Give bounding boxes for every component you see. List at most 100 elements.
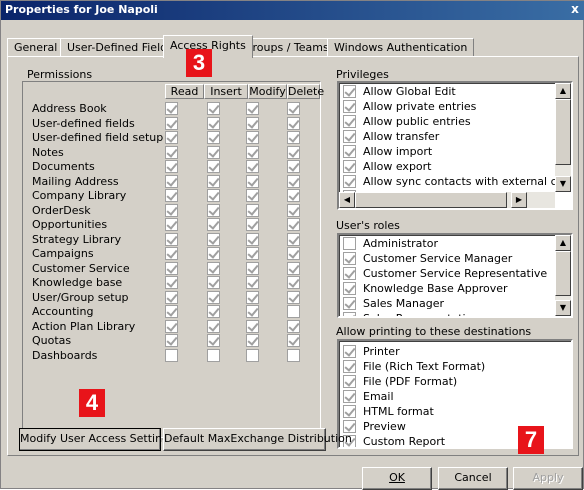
tab-general[interactable]: General bbox=[7, 38, 65, 57]
item-checkbox[interactable] bbox=[343, 160, 356, 173]
scroll-down-icon[interactable]: ▼ bbox=[555, 176, 571, 192]
tab-windows-authentication[interactable]: Windows Authentication bbox=[327, 38, 475, 57]
item-checkbox[interactable] bbox=[343, 252, 356, 265]
scroll-thumb[interactable] bbox=[555, 99, 571, 165]
permission-modify-checkbox[interactable] bbox=[246, 334, 259, 347]
tab-user-defined-fields[interactable]: User-Defined Fields bbox=[60, 38, 180, 57]
permission-modify-checkbox[interactable] bbox=[246, 261, 259, 275]
permission-modify-checkbox[interactable] bbox=[246, 131, 259, 144]
permission-read-checkbox[interactable] bbox=[165, 116, 178, 130]
permission-read-checkbox[interactable] bbox=[165, 319, 178, 333]
permission-delete-checkbox[interactable] bbox=[287, 276, 300, 289]
permission-delete-checkbox[interactable] bbox=[287, 218, 300, 231]
permission-insert-checkbox[interactable] bbox=[207, 174, 220, 188]
permission-insert-checkbox[interactable] bbox=[207, 218, 220, 231]
permission-insert-checkbox[interactable] bbox=[207, 247, 220, 260]
scroll-left-icon[interactable]: ◀ bbox=[339, 192, 355, 208]
permission-delete-checkbox[interactable] bbox=[287, 160, 300, 173]
scroll-thumb[interactable] bbox=[555, 251, 571, 296]
permission-modify-checkbox[interactable] bbox=[246, 189, 259, 202]
permission-read-checkbox[interactable] bbox=[165, 174, 178, 188]
permission-modify-checkbox[interactable] bbox=[246, 305, 259, 318]
permission-insert-checkbox[interactable] bbox=[207, 189, 220, 202]
close-icon[interactable]: x bbox=[567, 2, 583, 17]
permission-modify-checkbox[interactable] bbox=[246, 348, 259, 362]
scroll-up-icon[interactable]: ▲ bbox=[555, 83, 571, 99]
item-checkbox[interactable] bbox=[343, 405, 356, 418]
permission-delete-checkbox[interactable] bbox=[287, 290, 300, 304]
permission-modify-checkbox[interactable] bbox=[246, 102, 259, 115]
permission-read-checkbox[interactable] bbox=[165, 189, 178, 202]
permission-modify-checkbox[interactable] bbox=[246, 145, 259, 159]
scroll-right-icon[interactable]: ▶ bbox=[511, 192, 527, 208]
permission-read-checkbox[interactable] bbox=[165, 247, 178, 260]
permission-read-checkbox[interactable] bbox=[165, 203, 178, 217]
permission-insert-checkbox[interactable] bbox=[207, 290, 220, 304]
permission-delete-checkbox[interactable] bbox=[287, 261, 300, 275]
item-checkbox[interactable] bbox=[343, 115, 356, 128]
item-checkbox[interactable] bbox=[343, 390, 356, 403]
permission-delete-checkbox[interactable] bbox=[287, 203, 300, 217]
permission-delete-checkbox[interactable] bbox=[287, 334, 300, 347]
default-maxexchange-distribution-button[interactable]: Default MaxExchange Distribution bbox=[163, 428, 352, 451]
permission-insert-checkbox[interactable] bbox=[207, 261, 220, 275]
apply-button[interactable]: Apply bbox=[513, 467, 583, 490]
item-checkbox[interactable] bbox=[343, 282, 356, 295]
item-checkbox[interactable] bbox=[343, 360, 356, 373]
ok-button[interactable]: OK bbox=[362, 467, 432, 490]
permission-read-checkbox[interactable] bbox=[165, 290, 178, 304]
permission-read-checkbox[interactable] bbox=[165, 334, 178, 347]
permission-read-checkbox[interactable] bbox=[165, 145, 178, 159]
item-checkbox[interactable] bbox=[343, 237, 356, 250]
permission-read-checkbox[interactable] bbox=[165, 348, 178, 362]
modify-user-access-settings-button[interactable]: Modify User Access Settings bbox=[19, 428, 175, 451]
permission-modify-checkbox[interactable] bbox=[246, 276, 259, 289]
permission-insert-checkbox[interactable] bbox=[207, 276, 220, 289]
privileges-hscrollbar[interactable]: ◀ ▶ bbox=[339, 192, 555, 208]
permission-insert-checkbox[interactable] bbox=[207, 160, 220, 173]
permission-insert-checkbox[interactable] bbox=[207, 305, 220, 318]
item-checkbox[interactable] bbox=[343, 375, 356, 388]
item-checkbox[interactable] bbox=[343, 267, 356, 280]
permission-modify-checkbox[interactable] bbox=[246, 160, 259, 173]
permission-read-checkbox[interactable] bbox=[165, 102, 178, 115]
permission-insert-checkbox[interactable] bbox=[207, 203, 220, 217]
permission-modify-checkbox[interactable] bbox=[246, 232, 259, 246]
permission-insert-checkbox[interactable] bbox=[207, 232, 220, 246]
permission-read-checkbox[interactable] bbox=[165, 261, 178, 275]
item-checkbox[interactable] bbox=[343, 145, 356, 158]
permission-modify-checkbox[interactable] bbox=[246, 218, 259, 231]
item-checkbox[interactable] bbox=[343, 130, 356, 143]
permission-insert-checkbox[interactable] bbox=[207, 334, 220, 347]
scroll-down-icon[interactable]: ▼ bbox=[555, 300, 571, 316]
permission-modify-checkbox[interactable] bbox=[246, 174, 259, 188]
roles-vscrollbar[interactable]: ▲ ▼ bbox=[555, 235, 571, 316]
permission-delete-checkbox[interactable] bbox=[287, 131, 300, 144]
permission-read-checkbox[interactable] bbox=[165, 131, 178, 144]
permission-modify-checkbox[interactable] bbox=[246, 203, 259, 217]
hscroll-thumb[interactable] bbox=[355, 192, 507, 208]
permission-modify-checkbox[interactable] bbox=[246, 247, 259, 260]
permission-insert-checkbox[interactable] bbox=[207, 319, 220, 333]
permission-delete-checkbox[interactable] bbox=[287, 116, 300, 130]
permission-read-checkbox[interactable] bbox=[165, 218, 178, 231]
privileges-vscrollbar[interactable]: ▲ ▼ bbox=[555, 83, 571, 192]
item-checkbox[interactable] bbox=[343, 345, 356, 358]
permission-insert-checkbox[interactable] bbox=[207, 102, 220, 115]
permission-insert-checkbox[interactable] bbox=[207, 145, 220, 159]
permission-modify-checkbox[interactable] bbox=[246, 290, 259, 304]
permission-delete-checkbox[interactable] bbox=[287, 319, 300, 333]
cancel-button[interactable]: Cancel bbox=[438, 467, 508, 490]
permission-delete-checkbox[interactable] bbox=[287, 189, 300, 202]
permission-delete-checkbox[interactable] bbox=[287, 232, 300, 246]
permission-insert-checkbox[interactable] bbox=[207, 348, 220, 362]
item-checkbox[interactable] bbox=[343, 100, 356, 113]
permission-delete-checkbox[interactable] bbox=[287, 247, 300, 260]
permission-read-checkbox[interactable] bbox=[165, 305, 178, 318]
permission-modify-checkbox[interactable] bbox=[246, 116, 259, 130]
item-checkbox[interactable] bbox=[343, 175, 356, 188]
permission-delete-checkbox[interactable] bbox=[287, 174, 300, 188]
permission-delete-checkbox[interactable] bbox=[287, 348, 300, 362]
permission-delete-checkbox[interactable] bbox=[287, 145, 300, 159]
permission-insert-checkbox[interactable] bbox=[207, 131, 220, 144]
